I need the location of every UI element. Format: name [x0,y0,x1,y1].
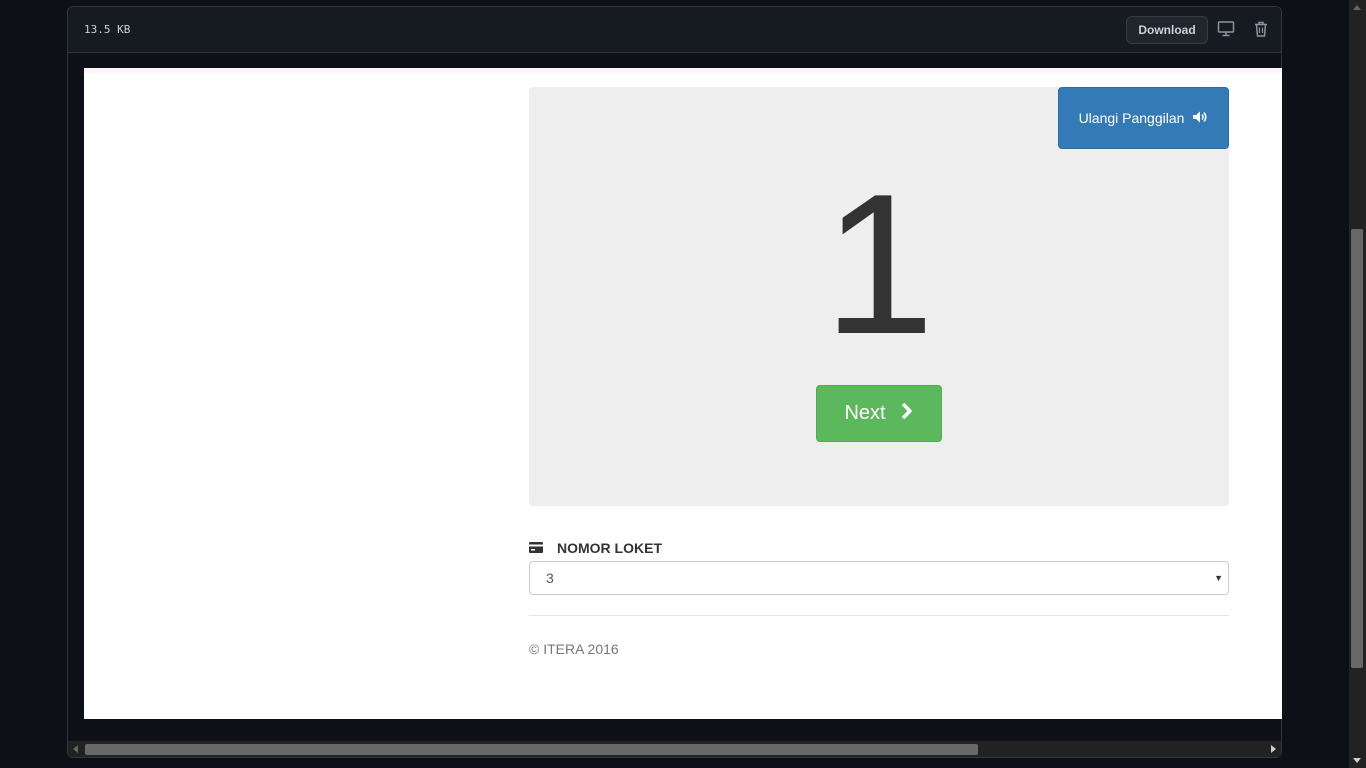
repeat-call-label: Ulangi Panggilan [1078,110,1185,126]
next-button[interactable]: Next [816,385,942,442]
horizontal-scrollbar[interactable] [68,741,1281,757]
next-label: Next [844,402,886,424]
desktop-icon[interactable] [1217,20,1235,38]
scroll-down-icon[interactable] [1353,758,1361,763]
vertical-scrollbar[interactable] [1349,0,1366,768]
counter-label: NOMOR LOKET [529,540,662,556]
scroll-up-icon[interactable] [1353,5,1361,10]
counter-selected-value: 3 [546,570,554,586]
horizontal-scroll-thumb[interactable] [85,744,978,755]
counter-select[interactable]: 3 ▼ [529,561,1229,595]
scroll-left-icon[interactable] [73,745,78,753]
current-queue-number: 1 [823,153,935,376]
file-header: 13.5 KB Download [68,7,1281,53]
chevron-right-icon [900,402,914,426]
credit-card-icon [529,540,543,556]
file-size: 13.5 KB [84,23,131,36]
volume-icon [1192,110,1208,127]
html-preview: Ulangi Panggilan 1 Next NOMOR LOKET 3 ▼ … [84,68,1282,719]
file-viewer-frame: 13.5 KB Download Ulangi Panggilan 1 Next… [67,6,1282,758]
scroll-right-icon[interactable] [1271,745,1276,753]
queue-panel: Ulangi Panggilan 1 Next [529,87,1229,506]
footer-copyright: © ITERA 2016 [529,641,619,657]
select-arrow-icon: ▼ [1214,573,1223,583]
trash-icon[interactable] [1252,20,1270,38]
vertical-scroll-thumb[interactable] [1351,229,1363,668]
counter-label-text: NOMOR LOKET [557,540,662,556]
download-button[interactable]: Download [1126,16,1208,44]
repeat-call-button[interactable]: Ulangi Panggilan [1058,87,1229,149]
divider [529,615,1229,616]
